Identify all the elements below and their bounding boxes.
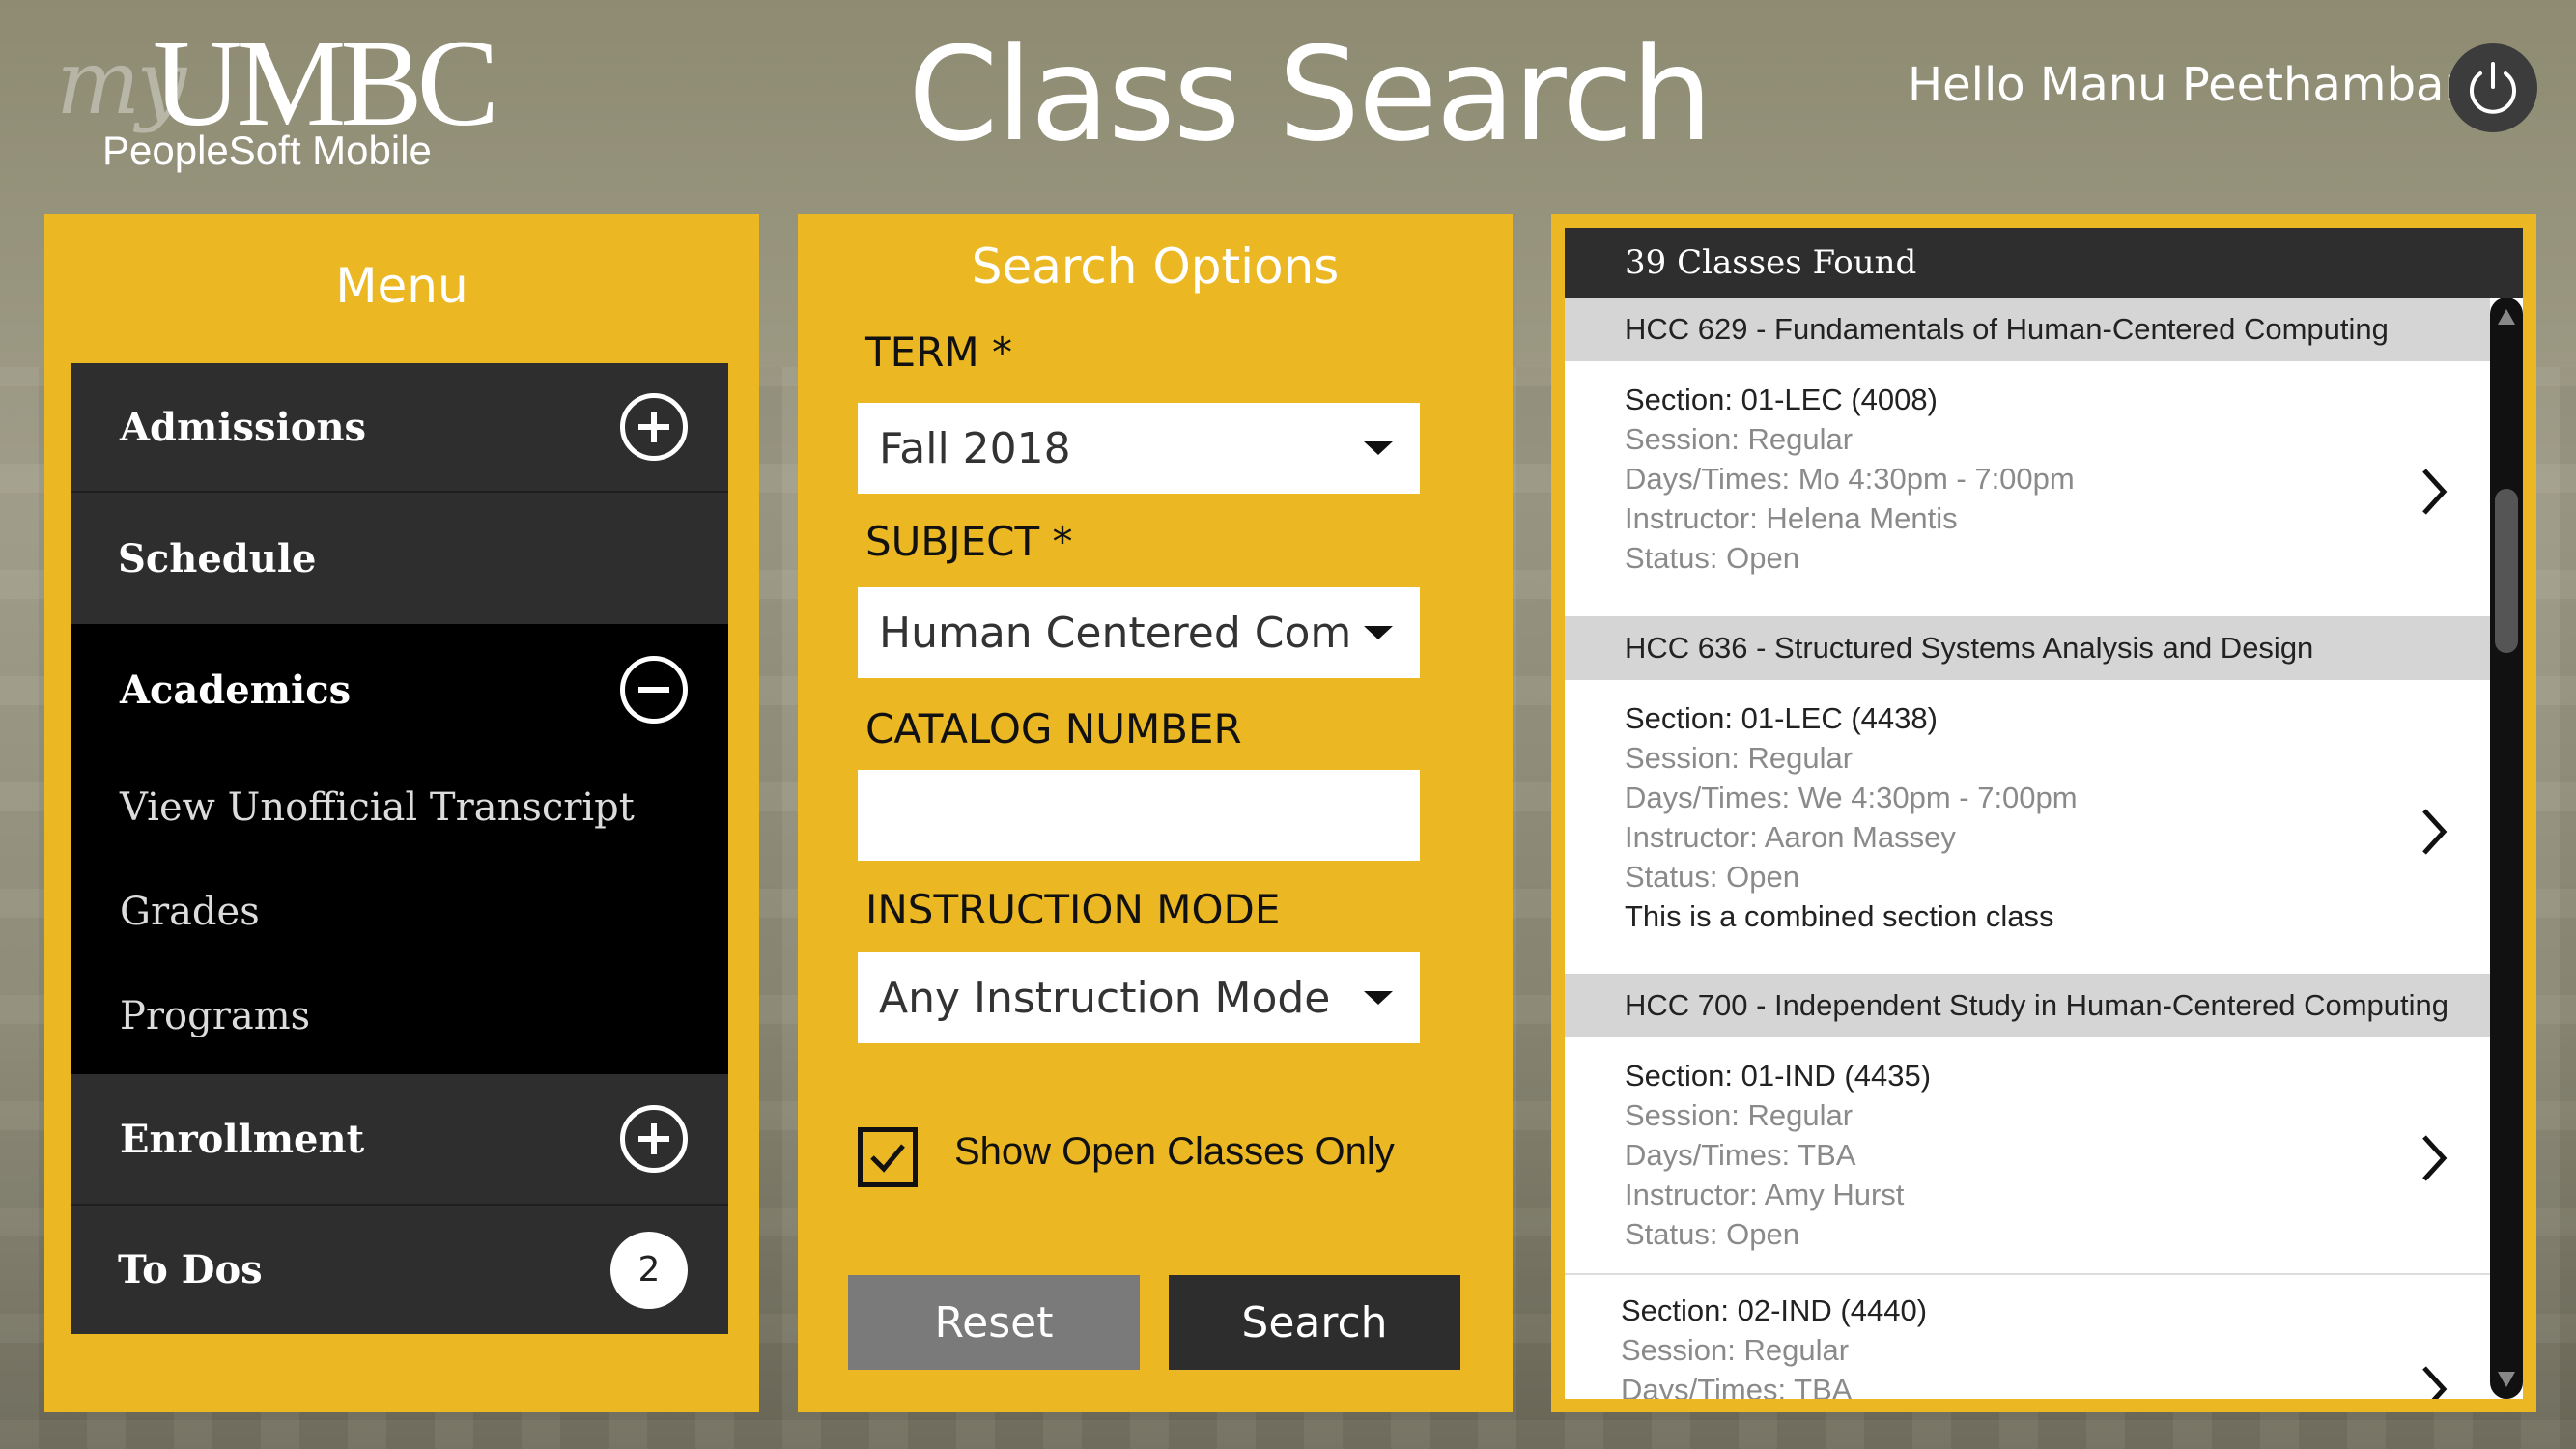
section-days-times: Days/Times: TBA <box>1625 1138 1856 1172</box>
menu-item-label: Academics <box>120 667 352 713</box>
menu-item-todos[interactable]: To Dos 2 <box>71 1206 728 1334</box>
scroll-down-icon[interactable] <box>2495 1368 2518 1391</box>
section-instructor: Instructor: Helena Mentis <box>1625 501 1958 535</box>
open-classes-checkbox[interactable] <box>858 1127 918 1187</box>
section-days-times: Days/Times: Mo 4:30pm - 7:00pm <box>1625 462 2075 496</box>
logout-button[interactable] <box>2449 43 2537 132</box>
section-status: Status: Open <box>1625 860 1799 894</box>
section-id: Section: 01-LEC (4438) <box>1625 701 1938 735</box>
section-days-times: Days/Times: We 4:30pm - 7:00pm <box>1625 781 2078 814</box>
section-id: Section: 01-LEC (4008) <box>1625 383 1938 416</box>
course-header: HCC 700 - Independent Study in Human-Cen… <box>1565 974 2490 1037</box>
plus-circle-icon[interactable] <box>620 393 688 461</box>
menu-subitem-programs[interactable]: Programs <box>71 964 728 1068</box>
user-greeting: Hello Manu Peethambar <box>1908 58 2464 112</box>
section-item[interactable]: Section: 01-LEC (4008) Session: Regular … <box>1565 380 2490 578</box>
term-label: TERM * <box>865 328 1012 376</box>
section-session: Session: Regular <box>1625 1098 1854 1132</box>
term-select[interactable]: Fall 2018 <box>858 403 1420 494</box>
menu-title: Menu <box>335 258 468 314</box>
chevron-down-icon <box>1364 626 1393 639</box>
plus-circle-icon[interactable] <box>620 1105 688 1173</box>
chevron-right-icon[interactable] <box>2415 463 2453 521</box>
power-icon <box>2470 62 2516 114</box>
chevron-right-icon[interactable] <box>2415 803 2453 861</box>
todo-count-badge: 2 <box>610 1231 688 1309</box>
results-scrollbar[interactable] <box>2490 298 2523 1399</box>
section-days-times: Days/Times: TBA <box>1621 1373 1853 1399</box>
section-item[interactable]: Section: 02-IND (4440) Session: Regular … <box>1565 1291 2490 1399</box>
section-status: Status: Open <box>1625 541 1799 575</box>
course-header: HCC 629 - Fundamentals of Human-Centered… <box>1565 298 2490 361</box>
menu-item-admissions[interactable]: Admissions <box>71 363 728 491</box>
subject-label: SUBJECT * <box>865 518 1073 565</box>
section-id: Section: 01-IND (4435) <box>1625 1059 1932 1093</box>
results-count: 39 Classes Found <box>1565 228 2523 298</box>
menu-subitem-grades[interactable]: Grades <box>71 860 728 964</box>
logo-umbc-text: UMBC <box>153 14 499 152</box>
catalog-number-label: CATALOG NUMBER <box>865 705 1242 753</box>
menu-item-schedule[interactable]: Schedule <box>71 493 728 624</box>
scroll-up-icon[interactable] <box>2495 305 2518 328</box>
myumbc-logo: my UMBC PeopleSoft Mobile <box>56 21 500 181</box>
menu-item-label: View Unofficial Transcript <box>120 785 635 830</box>
subject-select[interactable]: Human Centered Comp.. <box>858 587 1420 678</box>
menu-item-academics[interactable]: Academics <box>71 624 728 755</box>
menu-item-enrollment[interactable]: Enrollment <box>71 1074 728 1204</box>
section-id: Section: 02-IND (4440) <box>1621 1293 1928 1327</box>
chevron-right-icon[interactable] <box>2415 1360 2453 1399</box>
chevron-right-icon[interactable] <box>2415 1129 2453 1187</box>
menu-item-label: Programs <box>120 994 311 1038</box>
section-status: Status: Open <box>1625 1217 1799 1251</box>
menu-list: Admissions Schedule Academics View Unoff… <box>71 363 728 1334</box>
page-title: Class Search <box>908 19 1713 170</box>
section-item[interactable]: Section: 01-LEC (4438) Session: Regular … <box>1565 698 2490 936</box>
chevron-down-icon <box>1364 441 1393 455</box>
search-options-panel: Search Options TERM * Fall 2018 SUBJECT … <box>798 214 1513 1412</box>
term-select-value: Fall 2018 <box>879 423 1071 473</box>
search-button[interactable]: Search <box>1169 1275 1460 1370</box>
section-session: Session: Regular <box>1621 1333 1850 1367</box>
course-header: HCC 636 - Structured Systems Analysis an… <box>1565 616 2490 680</box>
menu-item-label: To Dos <box>118 1247 263 1293</box>
menu-item-label: Admissions <box>120 404 367 450</box>
menu-item-label: Enrollment <box>120 1116 365 1162</box>
section-divider <box>1565 1273 2490 1275</box>
menu-panel: Menu Admissions Schedule Academics View … <box>44 214 759 1412</box>
instruction-mode-select[interactable]: Any Instruction Mode <box>858 952 1420 1043</box>
section-note: This is a combined section class <box>1625 899 2054 933</box>
menu-subitem-transcript[interactable]: View Unofficial Transcript <box>71 755 728 860</box>
instruction-mode-value: Any Instruction Mode <box>879 973 1331 1023</box>
section-session: Session: Regular <box>1625 422 1854 456</box>
results-list[interactable]: 39 Classes Found HCC 629 - Fundamentals … <box>1565 228 2523 1399</box>
section-instructor: Instructor: Aaron Massey <box>1625 820 1956 854</box>
chevron-down-icon <box>1364 991 1393 1005</box>
catalog-number-input[interactable] <box>858 770 1420 861</box>
minus-circle-icon[interactable] <box>620 656 688 724</box>
section-session: Session: Regular <box>1625 741 1854 775</box>
search-options-title: Search Options <box>971 239 1340 295</box>
section-instructor: Instructor: Amy Hurst <box>1625 1178 1905 1211</box>
subject-select-value: Human Centered Comp.. <box>879 608 1354 658</box>
menu-item-label: Schedule <box>118 535 317 582</box>
menu-item-label: Grades <box>120 890 260 934</box>
checkmark-icon <box>870 1144 905 1173</box>
reset-button[interactable]: Reset <box>848 1275 1140 1370</box>
scrollbar-thumb[interactable] <box>2495 489 2518 653</box>
open-classes-label: Show Open Classes Only <box>954 1130 1395 1173</box>
instruction-mode-label: INSTRUCTION MODE <box>865 886 1281 933</box>
logo-subtitle: PeopleSoft Mobile <box>102 128 432 173</box>
section-item[interactable]: Section: 01-IND (4435) Session: Regular … <box>1565 1056 2490 1254</box>
results-panel: 39 Classes Found HCC 629 - Fundamentals … <box>1551 214 2536 1412</box>
